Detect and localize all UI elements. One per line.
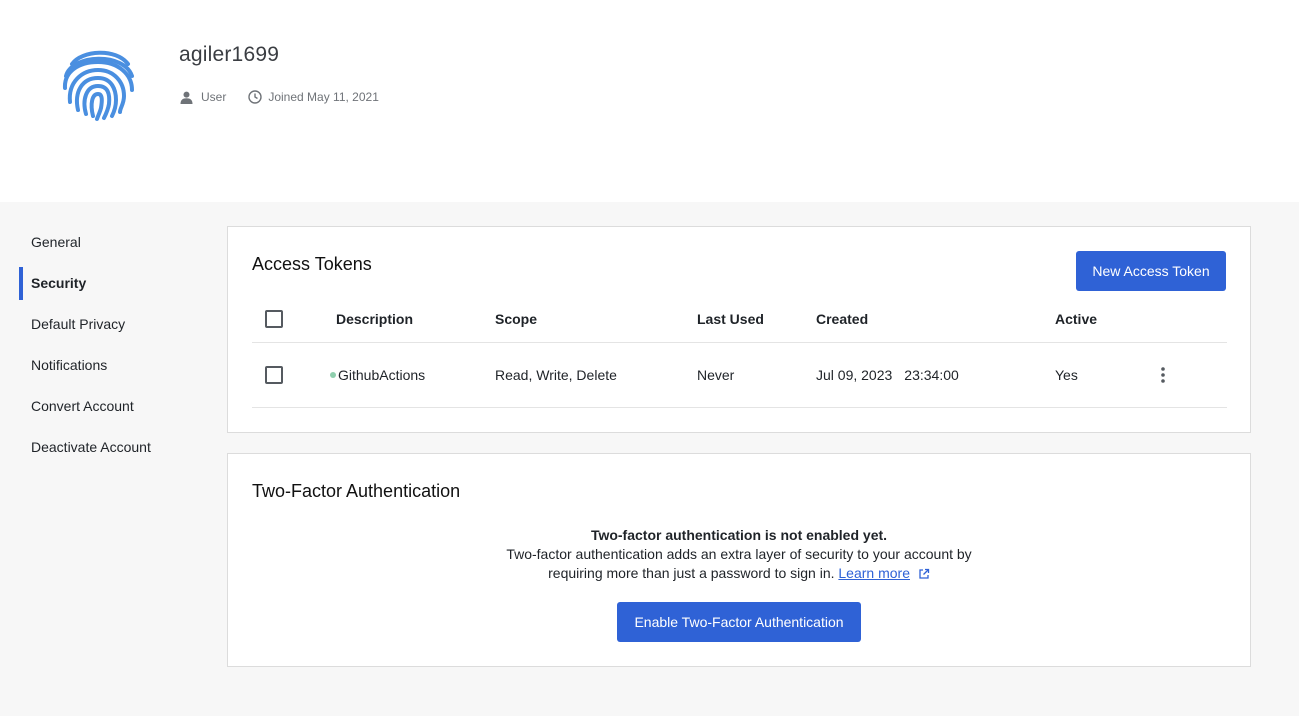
profile-header: agiler1699 User Joined May 11, 2021 xyxy=(0,0,1299,202)
column-description: Description xyxy=(336,310,414,327)
settings-sidebar: General Security Default Privacy Notific… xyxy=(19,224,209,470)
username: agiler1699 xyxy=(179,43,280,66)
two-factor-message: Two-factor authentication is not enabled… xyxy=(228,526,1250,585)
two-factor-description-line1: Two-factor authentication adds an extra … xyxy=(506,546,972,562)
sidebar-item-deactivate-account[interactable]: Deactivate Account xyxy=(19,429,209,470)
fingerprint-icon xyxy=(58,42,140,122)
more-options-icon[interactable] xyxy=(1161,343,1165,407)
token-created-date: Jul 09, 2023 xyxy=(816,367,893,383)
access-tokens-title: Access Tokens xyxy=(252,254,372,274)
enable-two-factor-button[interactable]: Enable Two-Factor Authentication xyxy=(617,602,861,642)
token-description: GithubActions xyxy=(338,367,426,383)
token-created-time: 23:34:00 xyxy=(904,367,959,383)
sidebar-item-general[interactable]: General xyxy=(19,224,209,265)
clock-icon xyxy=(248,90,263,104)
user-icon xyxy=(180,91,193,104)
status-dot xyxy=(330,372,336,378)
token-created: Jul 09, 2023 23:34:00 xyxy=(816,343,959,407)
joined-date: Joined May 11, 2021 xyxy=(268,90,379,104)
row-checkbox[interactable] xyxy=(265,366,283,384)
table-row: GithubActions Read, Write, Delete Never … xyxy=(252,343,1227,408)
settings-main: General Security Default Privacy Notific… xyxy=(0,202,1299,716)
two-factor-description-text: requiring more than just a password to s… xyxy=(548,565,835,581)
column-active: Active xyxy=(1055,310,1098,327)
sidebar-item-convert-account[interactable]: Convert Account xyxy=(19,388,209,429)
new-access-token-button[interactable]: New Access Token xyxy=(1076,251,1226,291)
column-last-used: Last Used xyxy=(697,310,764,327)
user-role: User xyxy=(201,90,227,104)
two-factor-card: Two-Factor Authentication Two-factor aut… xyxy=(227,453,1251,667)
token-scope: Read, Write, Delete xyxy=(495,367,617,383)
access-tokens-card: Access Tokens New Access Token Descripti… xyxy=(227,226,1251,433)
token-active: Yes xyxy=(1055,367,1078,383)
external-link-icon[interactable] xyxy=(918,566,930,585)
sidebar-item-notifications[interactable]: Notifications xyxy=(19,347,209,388)
learn-more-link[interactable]: Learn more xyxy=(838,565,910,581)
token-last-used: Never xyxy=(697,367,735,383)
tokens-table-header: Description Scope Last Used Created Acti… xyxy=(252,295,1227,343)
select-all-checkbox[interactable] xyxy=(265,309,283,328)
two-factor-status: Two-factor authentication is not enabled… xyxy=(590,527,888,543)
sidebar-item-security[interactable]: Security xyxy=(19,265,209,306)
two-factor-title: Two-Factor Authentication xyxy=(252,481,461,501)
profile-meta: User Joined May 11, 2021 xyxy=(180,90,379,104)
sidebar-item-default-privacy[interactable]: Default Privacy xyxy=(19,306,209,347)
column-scope: Scope xyxy=(495,310,538,327)
column-created: Created xyxy=(816,310,869,327)
two-factor-description-line2: requiring more than just a password to s… xyxy=(228,564,1250,585)
